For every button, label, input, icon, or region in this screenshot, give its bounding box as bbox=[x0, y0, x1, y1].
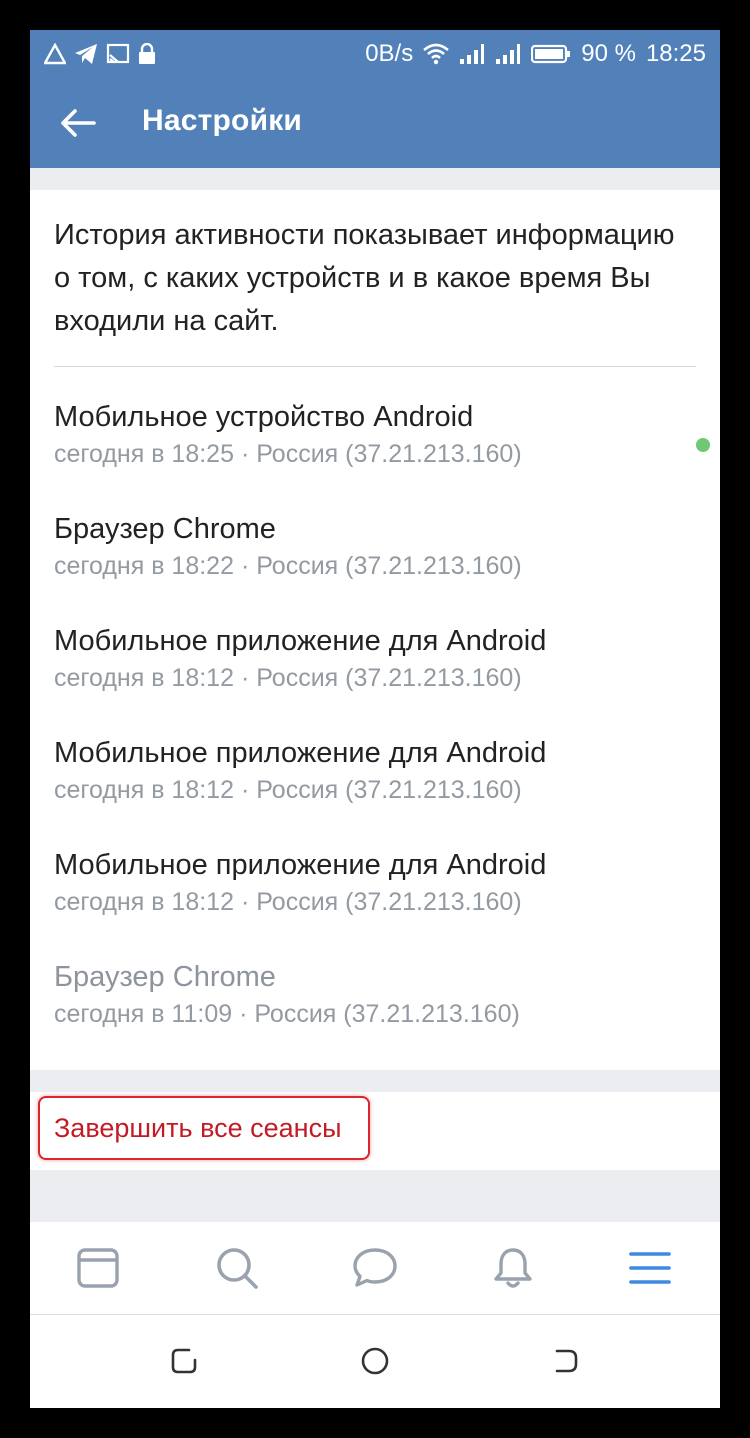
wifi-icon bbox=[423, 43, 450, 65]
back-arrow-icon bbox=[61, 109, 96, 137]
nav-back[interactable] bbox=[546, 1341, 586, 1381]
session-title: Браузер Chrome bbox=[54, 961, 276, 993]
tab-notifications[interactable] bbox=[485, 1240, 541, 1296]
home-icon bbox=[361, 1347, 389, 1375]
signal-icon bbox=[460, 44, 485, 64]
battery-level: 90 % bbox=[581, 40, 636, 67]
session-title: Браузер Chrome bbox=[54, 513, 276, 545]
tab-news[interactable] bbox=[70, 1240, 126, 1296]
nav-home[interactable] bbox=[355, 1341, 395, 1381]
session-item[interactable]: Мобильное приложение для Android сегодня… bbox=[54, 622, 694, 722]
back-button[interactable] bbox=[48, 98, 108, 148]
clock: 18:25 bbox=[645, 40, 706, 67]
back-icon bbox=[555, 1349, 578, 1373]
status-system-info: 0B/s 90 % 18:25 bbox=[365, 39, 706, 69]
app-bar: Настройки bbox=[30, 78, 720, 168]
tab-menu[interactable] bbox=[622, 1240, 678, 1296]
session-item[interactable]: Браузер Chrome сегодня в 11:09 · Россия … bbox=[54, 958, 694, 1058]
lock-icon bbox=[139, 43, 155, 64]
session-details: сегодня в 11:09 · Россия (37.21.213.160) bbox=[54, 1000, 520, 1028]
page-title: Настройки bbox=[142, 104, 303, 137]
status-notification-icons bbox=[44, 41, 156, 67]
activity-description: История активности показывает информацию… bbox=[54, 219, 675, 337]
notifications-icon bbox=[494, 1248, 532, 1288]
session-title: Мобильное устройство Android bbox=[54, 401, 474, 433]
activity-history-card: История активности показывает информацию… bbox=[30, 190, 720, 1070]
divider bbox=[54, 366, 696, 367]
nav-recents[interactable] bbox=[164, 1341, 204, 1381]
online-status-indicator bbox=[696, 438, 710, 452]
battery-icon bbox=[531, 44, 571, 64]
recents-icon bbox=[171, 1348, 197, 1374]
end-all-sessions-button[interactable]: Завершить все сеансы bbox=[38, 1096, 370, 1160]
tab-search[interactable] bbox=[209, 1240, 265, 1296]
session-details: сегодня в 18:12 · Россия (37.21.213.160) bbox=[54, 664, 522, 692]
signal-icon-2 bbox=[496, 44, 521, 64]
search-icon bbox=[217, 1248, 258, 1289]
warning-icon bbox=[44, 43, 66, 65]
session-item[interactable]: Мобильное приложение для Android сегодня… bbox=[54, 734, 694, 834]
system-navigation-bar bbox=[30, 1315, 720, 1408]
status-bar: 0B/s 90 % 18:25 bbox=[30, 30, 720, 78]
end-sessions-section: Завершить все сеансы bbox=[30, 1092, 720, 1170]
session-item[interactable]: Браузер Chrome сегодня в 18:22 · Россия … bbox=[54, 510, 694, 610]
session-title: Мобильное приложение для Android bbox=[54, 849, 547, 881]
screen: 0B/s 90 % 18:25 Настройки История активн… bbox=[30, 30, 720, 1408]
telegram-icon bbox=[75, 44, 97, 64]
news-icon bbox=[77, 1248, 119, 1288]
session-details: сегодня в 18:12 · Россия (37.21.213.160) bbox=[54, 776, 522, 804]
session-details: сегодня в 18:25 · Россия (37.21.213.160) bbox=[54, 440, 522, 468]
tab-messages[interactable] bbox=[347, 1240, 403, 1296]
session-item[interactable]: Мобильное приложение для Android сегодня… bbox=[54, 846, 694, 946]
session-details: сегодня в 18:22 · Россия (37.21.213.160) bbox=[54, 552, 522, 580]
session-title: Мобильное приложение для Android bbox=[54, 625, 547, 657]
session-item[interactable]: Мобильное устройство Android сегодня в 1… bbox=[54, 398, 694, 498]
cast-icon bbox=[106, 43, 130, 64]
session-title: Мобильное приложение для Android bbox=[54, 737, 547, 769]
network-speed: 0B/s bbox=[365, 40, 414, 67]
bottom-tab-bar bbox=[30, 1222, 720, 1315]
menu-icon bbox=[629, 1252, 671, 1284]
session-details: сегодня в 18:12 · Россия (37.21.213.160) bbox=[54, 888, 522, 916]
messages-icon bbox=[353, 1248, 397, 1287]
